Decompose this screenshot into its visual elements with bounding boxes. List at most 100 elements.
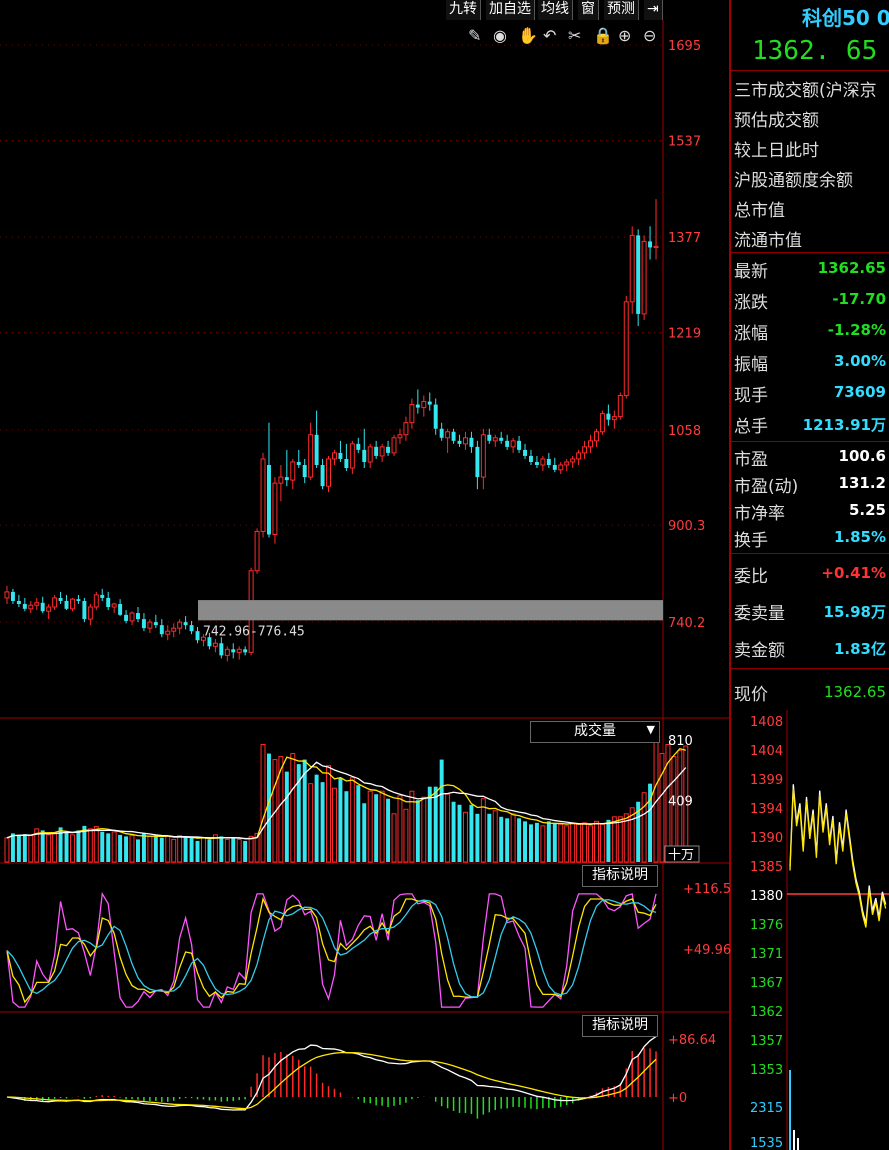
volume-bar[interactable] [534, 822, 539, 862]
volume-bar[interactable] [260, 744, 266, 863]
volume-bar[interactable] [529, 824, 533, 862]
volume-bar[interactable] [171, 838, 177, 863]
volume-bar[interactable] [451, 801, 456, 862]
volume-bar[interactable] [391, 813, 397, 863]
volume-bar[interactable] [641, 792, 647, 863]
candle[interactable] [534, 455, 539, 469]
hand-icon[interactable]: ✋ [518, 26, 538, 45]
volume-bar[interactable] [16, 834, 21, 862]
undo-icon[interactable]: ↶ [543, 26, 556, 45]
pin-icon[interactable]: ⇥ [644, 0, 663, 20]
candle[interactable] [171, 623, 177, 638]
candle[interactable] [93, 591, 99, 611]
volume-bar[interactable] [46, 834, 52, 863]
candle[interactable] [433, 398, 438, 435]
candle[interactable] [87, 603, 93, 626]
volume-bar[interactable] [540, 825, 546, 863]
mini-chart[interactable]: 1408 1404 1399 1394 1390 1385 1380 1376 1371 1367… [730, 710, 889, 1150]
volume-indicator-selector[interactable]: 成交量 ▼ [530, 721, 660, 743]
candle[interactable] [623, 295, 629, 399]
volume-bar[interactable] [165, 835, 171, 863]
candle[interactable] [445, 428, 451, 453]
gap-band[interactable] [198, 600, 663, 621]
candle[interactable] [219, 637, 224, 659]
volume-bar[interactable] [374, 794, 379, 862]
volume-bar[interactable] [4, 837, 10, 863]
volume-bar[interactable] [617, 816, 623, 863]
volume-bar[interactable] [224, 838, 230, 863]
volume-bar[interactable] [332, 787, 337, 863]
candle[interactable] [52, 594, 58, 611]
volume-bar[interactable] [588, 825, 594, 863]
volume-bar[interactable] [159, 837, 164, 862]
volume-bar[interactable] [421, 796, 427, 863]
candle[interactable] [129, 611, 135, 626]
volume-bar[interactable] [338, 777, 343, 862]
candle[interactable] [183, 616, 188, 630]
candle[interactable] [367, 443, 373, 469]
toolbar-button[interactable]: 九转 [446, 0, 481, 20]
volume-bar[interactable] [570, 822, 576, 863]
candle[interactable] [165, 625, 171, 641]
volume-bar[interactable] [386, 798, 391, 862]
candle[interactable] [439, 422, 444, 441]
candle[interactable] [409, 398, 415, 429]
lock-icon[interactable]: 🔒 [593, 26, 613, 45]
candle[interactable] [552, 457, 557, 473]
volume-bar[interactable] [118, 834, 123, 862]
toolbar-button[interactable]: 预测 [604, 0, 639, 20]
volume-bar[interactable] [141, 833, 146, 862]
candle[interactable] [159, 619, 164, 638]
volume-bar[interactable] [367, 790, 373, 863]
volume-bar[interactable] [111, 831, 117, 863]
candle[interactable] [267, 422, 271, 538]
candle[interactable] [457, 434, 462, 447]
candle[interactable] [70, 597, 75, 612]
volume-bar[interactable] [403, 808, 409, 863]
candle[interactable] [611, 410, 617, 429]
candle[interactable] [529, 449, 533, 465]
volume-bar[interactable] [183, 837, 188, 862]
volume-bar[interactable] [349, 777, 355, 863]
candle[interactable] [648, 226, 653, 260]
volume-bar[interactable] [463, 811, 468, 863]
candle[interactable] [28, 600, 34, 614]
volume-bar[interactable] [106, 833, 111, 862]
candle[interactable] [653, 199, 659, 260]
candle[interactable] [344, 443, 349, 472]
zoom-in-icon[interactable]: ⊕ [618, 26, 631, 45]
volume-bar[interactable] [606, 819, 611, 862]
volume-bar[interactable] [52, 832, 58, 863]
candle[interactable] [82, 597, 87, 623]
volume-bar[interactable] [344, 791, 349, 862]
volume-bar[interactable] [267, 753, 271, 862]
candle[interactable] [362, 428, 367, 469]
volume-bar[interactable] [552, 822, 557, 862]
volume-bar[interactable] [93, 826, 99, 863]
candle[interactable] [284, 449, 289, 487]
candle[interactable] [326, 455, 331, 493]
candle[interactable] [64, 594, 69, 611]
candle[interactable] [487, 428, 492, 444]
candle[interactable] [499, 431, 504, 444]
candle[interactable] [100, 588, 105, 601]
candle[interactable] [118, 599, 123, 617]
volume-bar[interactable] [290, 753, 296, 863]
candle[interactable] [212, 639, 218, 653]
candle[interactable] [492, 434, 498, 447]
zoom-out-icon[interactable]: ⊖ [643, 26, 656, 45]
indicator-1-explain-button[interactable]: 指标说明 [582, 865, 658, 887]
candle[interactable] [546, 452, 551, 469]
candle[interactable] [629, 226, 635, 314]
volume-bar[interactable] [76, 830, 81, 862]
candle[interactable] [558, 461, 564, 475]
volume-bar[interactable] [499, 816, 504, 862]
candle[interactable] [636, 229, 641, 327]
volume-bar[interactable] [558, 823, 564, 863]
candle[interactable] [517, 435, 522, 453]
volume-bar[interactable] [594, 820, 599, 863]
volume-bar[interactable] [433, 786, 438, 862]
volume-bar[interactable] [314, 774, 319, 862]
volume-bar[interactable] [445, 793, 451, 863]
candle[interactable] [403, 416, 409, 441]
